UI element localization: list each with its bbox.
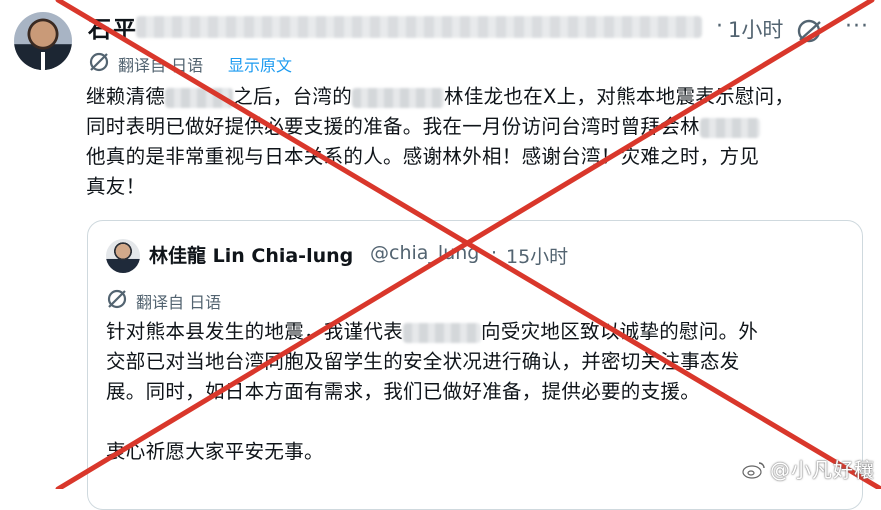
quoted-line: 展。同时，如日本方面有需求，我们已做好准备，提供必要的支援。 (106, 377, 846, 407)
weibo-icon (742, 462, 765, 479)
quoted-author-name[interactable]: 林佳龍 Lin Chia-lung (149, 241, 353, 268)
author-name[interactable]: 石平 (88, 10, 138, 44)
quoted-author-avatar[interactable] (106, 239, 140, 273)
tweet-time[interactable]: 1小时 (728, 14, 783, 44)
quoted-text-segment: 展。同时，如日本方面有需求，我们已做好准备，提供必要的支援。 (106, 380, 701, 403)
tweet-text-segment: 他真的是非常重视与日本关系的人。感谢林外相！感谢台湾！灾难之时，方见 (86, 145, 760, 168)
tweet-line: 继赖清德 之后，台湾的 林佳龙也在X上，对熊本地震表示慰问， (86, 82, 876, 112)
tweet-line: 他真的是非常重视与日本关系的人。感谢林外相！感谢台湾！灾难之时，方见 (86, 142, 876, 172)
quoted-text-segment: 针对熊本县发生的地震，我谨代表 (106, 320, 404, 343)
redacted-handle (136, 16, 702, 38)
tweet-header: 石平 · 1小时 ··· (88, 8, 881, 44)
show-original-link[interactable]: 显示原文 (228, 52, 292, 76)
author-avatar[interactable] (14, 12, 72, 70)
watermark-text: @小凡好穰 (770, 458, 875, 482)
tweet-line: 同时表明已做好提供必要支援的准备。我在一月份访问台湾时曾拜会林 (86, 112, 876, 142)
more-icon[interactable]: ··· (845, 14, 869, 39)
quoted-author-handle[interactable]: @chia_lung (370, 242, 479, 264)
quoted-separator: · (491, 242, 498, 264)
tweet-text-segment: 之后，台湾的 (233, 85, 353, 108)
quoted-line: 衷心祈愿大家平安无事。 (106, 437, 846, 467)
tweet-text-segment: 继赖清德 (86, 85, 166, 108)
translate-label: 翻译自 日语 (118, 56, 204, 75)
redacted-text (699, 117, 760, 138)
quoted-text-segment: 向受灾地区致以诚挚的慰问。外 (481, 320, 759, 343)
watermark: @小凡好穰 (742, 454, 875, 483)
quoted-tweet-time[interactable]: 15小时 (506, 242, 568, 269)
quoted-tweet-body: 针对熊本县发生的地震，我谨代表 向受灾地区致以诚挚的慰问。外 交部已对当地台湾同胞… (106, 317, 846, 467)
quoted-blank-line (106, 407, 846, 437)
tweet-text-segment: 同时表明已做好提供必要支援的准备。我在一月份访问台湾时曾拜会林 (86, 115, 700, 138)
quoted-text-segment: 衷心祈愿大家平安无事。 (106, 440, 324, 463)
tweet-body: 继赖清德 之后，台湾的 林佳龙也在X上，对熊本地震表示慰问， 同时表明已做好提供必要… (86, 82, 876, 202)
translate-icon (107, 289, 127, 309)
grok-icon[interactable] (796, 18, 824, 44)
quoted-translation-notice: 翻译自 日语 (106, 287, 306, 312)
redacted-text (352, 87, 445, 108)
redacted-text (165, 87, 234, 108)
header-separator: · (716, 14, 723, 39)
quoted-text-segment: 交部已对当地台湾同胞及留学生的安全状况进行确认，并密切关注事态发 (106, 350, 740, 373)
translate-label: 翻译自 日语 (136, 293, 222, 312)
tweet-line: 真友！ (86, 172, 876, 202)
tweet-text-segment: 林佳龙也在X上，对熊本地震表示慰问， (444, 85, 795, 108)
tweet-text-segment: 真友！ (86, 175, 146, 198)
redacted-text (403, 322, 482, 343)
quoted-line: 交部已对当地台湾同胞及留学生的安全状况进行确认，并密切关注事态发 (106, 347, 846, 377)
quoted-line: 针对熊本县发生的地震，我谨代表 向受灾地区致以诚挚的慰问。外 (106, 317, 846, 347)
translate-icon (89, 52, 109, 72)
